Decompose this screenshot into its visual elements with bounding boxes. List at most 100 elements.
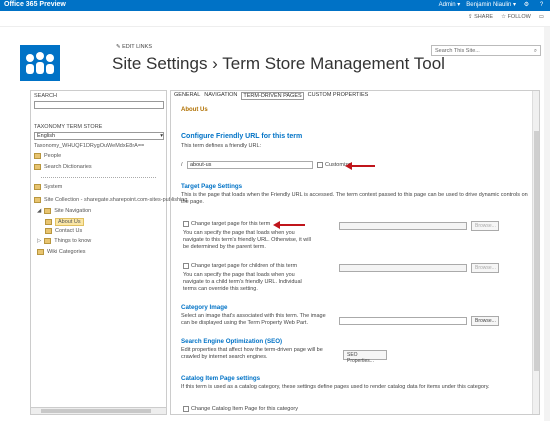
folder-icon — [34, 197, 41, 203]
change-children-label: Change target page for children of this … — [191, 263, 298, 269]
folder-icon — [34, 164, 41, 170]
contact-us-label: Contact Us — [55, 228, 83, 234]
friendly-url-heading: Configure Friendly URL for this term — [181, 133, 303, 140]
site-search-input[interactable]: Search This Site... ⌕ — [431, 45, 541, 56]
action-bar: ⇪ SHARE ☆ FOLLOW ▭ — [0, 11, 550, 27]
arrow-annotation — [273, 221, 305, 229]
term-icon — [45, 219, 52, 225]
seo-desc: Edit properties that affect how the term… — [181, 347, 323, 360]
wiki-label: Wiki Categories — [47, 249, 86, 255]
change-target-desc: You can specify the page that loads when… — [183, 230, 311, 250]
friendly-url-input[interactable]: about-us — [187, 161, 313, 169]
term-things-to-know[interactable]: ▷ Things to know — [37, 238, 91, 244]
change-target-label: Change target page for this term — [191, 221, 271, 227]
arrow-annotation — [345, 162, 375, 170]
group-search-label: Search Dictionaries — [44, 164, 92, 170]
help-icon[interactable]: ? — [537, 2, 546, 8]
search-label: SEARCH — [34, 93, 57, 99]
brand-label[interactable]: Office 365 Preview — [4, 1, 66, 8]
share-label: SHARE — [474, 14, 494, 20]
termset-site-navigation[interactable]: ◢ Site Navigation — [37, 208, 91, 214]
follow-button[interactable]: ☆ FOLLOW — [501, 14, 531, 20]
suite-bar: Office 365 Preview Admin ▾ Benjamin Niau… — [0, 0, 550, 11]
expand-icon[interactable]: ◢ — [37, 208, 41, 214]
term-store-label: TAXONOMY TERM STORE — [34, 124, 103, 130]
folder-icon — [34, 184, 41, 190]
tab-navigation[interactable]: NAVIGATION — [204, 92, 237, 100]
group-people-label: People — [44, 153, 62, 159]
page-title: Site Settings › Term Store Management To… — [112, 54, 445, 73]
group-system-label: System — [44, 184, 63, 190]
tab-general[interactable]: GENERAL — [174, 92, 200, 100]
horizontal-scrollbar[interactable] — [31, 407, 166, 414]
user-menu[interactable]: Benjamin Niaulin ▾ — [466, 1, 516, 8]
change-target-checkbox[interactable] — [183, 221, 189, 227]
term-store-root[interactable]: Taxonomy_WHUQF1DRygOuWeMdxE8rA== — [34, 143, 144, 149]
term-store-name: Taxonomy_WHUQF1DRygOuWeMdxE8rA== — [34, 143, 145, 149]
catalog-desc: If this term is used as a catalog catego… — [181, 384, 490, 390]
change-children-desc: You can specify the page that loads when… — [183, 272, 302, 292]
group-search-dictionaries[interactable]: Search Dictionaries — [34, 164, 92, 170]
url-prefix: / — [181, 162, 183, 168]
settings-icon[interactable]: ⚙ — [522, 1, 531, 8]
children-page-url-input[interactable] — [339, 264, 467, 272]
browse-button[interactable]: Browse... — [471, 221, 499, 231]
language-value: English — [37, 133, 56, 139]
term-search-input[interactable] — [34, 101, 164, 109]
category-image-heading: Category Image — [181, 304, 228, 311]
term-icon — [45, 228, 52, 234]
site-search-placeholder: Search This Site... — [435, 48, 480, 54]
scrollbar-thumb[interactable] — [41, 409, 151, 413]
tab-custom-properties[interactable]: CUSTOM PROPERTIES — [308, 92, 369, 100]
vertical-scrollbar[interactable] — [532, 91, 539, 414]
share-button[interactable]: ⇪ SHARE — [468, 14, 493, 20]
folder-icon — [34, 153, 41, 159]
seo-heading: Search Engine Optimization (SEO) — [181, 338, 283, 345]
scrollbar-thumb[interactable] — [534, 131, 539, 371]
chevron-down-icon: ▾ — [160, 133, 163, 139]
target-page-url-input[interactable] — [339, 222, 467, 230]
site-collection-label: Site Collection - sharegate.sharepoint.c… — [44, 197, 188, 203]
term-store-panel: SEARCH TAXONOMY TERM STORE English ▾ Taxo… — [30, 90, 187, 415]
term-icon — [44, 238, 52, 244]
target-page-heading: Target Page Settings — [181, 183, 243, 190]
about-us-label: About Us — [55, 218, 84, 226]
termset-wiki-categories[interactable]: Wiki Categories — [37, 249, 86, 255]
group-system[interactable]: System — [34, 184, 62, 190]
language-select[interactable]: English ▾ — [34, 132, 164, 140]
page-scrollbar[interactable] — [544, 27, 550, 421]
seo-properties-button[interactable]: SEO Properties... — [343, 350, 387, 364]
search-icon[interactable]: ⌕ — [534, 48, 537, 54]
target-page-desc: This is the page that loads when the Fri… — [181, 192, 528, 205]
admin-menu[interactable]: Admin ▾ — [439, 1, 461, 8]
divider — [41, 177, 156, 178]
browse-button[interactable]: Browse... — [471, 316, 499, 326]
catalog-change-label: Change Catalog Item Page for this catego… — [191, 406, 299, 412]
term-contact-us[interactable]: Contact Us — [45, 228, 82, 234]
category-image-input[interactable] — [339, 317, 467, 325]
friendly-url-desc: This term defines a friendly URL: — [181, 143, 262, 149]
catalog-heading: Catalog Item Page settings — [181, 375, 261, 382]
expand-icon[interactable]: ▷ — [37, 238, 41, 244]
site-logo[interactable] — [20, 45, 60, 81]
edit-links-label: EDIT LINKS — [122, 44, 152, 50]
termset-icon — [37, 249, 44, 255]
tab-term-driven-pages[interactable]: TERM-DRIVEN PAGES — [241, 92, 304, 100]
group-site-collection[interactable]: Site Collection - sharegate.sharepoint.c… — [34, 197, 187, 203]
site-nav-label: Site Navigation — [54, 208, 92, 214]
follow-label: FOLLOW — [507, 14, 531, 20]
group-people[interactable]: People — [34, 153, 61, 159]
change-children-checkbox[interactable] — [183, 263, 189, 269]
browse-button[interactable]: Browse... — [471, 263, 499, 273]
term-properties-panel: GENERAL NAVIGATION TERM-DRIVEN PAGES CUS… — [170, 90, 540, 415]
termset-icon — [44, 208, 52, 214]
term-name: About Us — [181, 107, 208, 113]
things-label: Things to know — [54, 238, 92, 244]
category-image-desc: Select an image that's associated with t… — [181, 313, 326, 326]
focus-icon[interactable]: ▭ — [539, 14, 544, 20]
catalog-change-checkbox[interactable] — [183, 406, 189, 412]
customize-checkbox[interactable] — [317, 162, 323, 168]
edit-links[interactable]: ✎ EDIT LINKS — [116, 44, 152, 50]
tab-bar: GENERAL NAVIGATION TERM-DRIVEN PAGES CUS… — [174, 92, 368, 100]
term-about-us[interactable]: About Us — [45, 218, 84, 226]
